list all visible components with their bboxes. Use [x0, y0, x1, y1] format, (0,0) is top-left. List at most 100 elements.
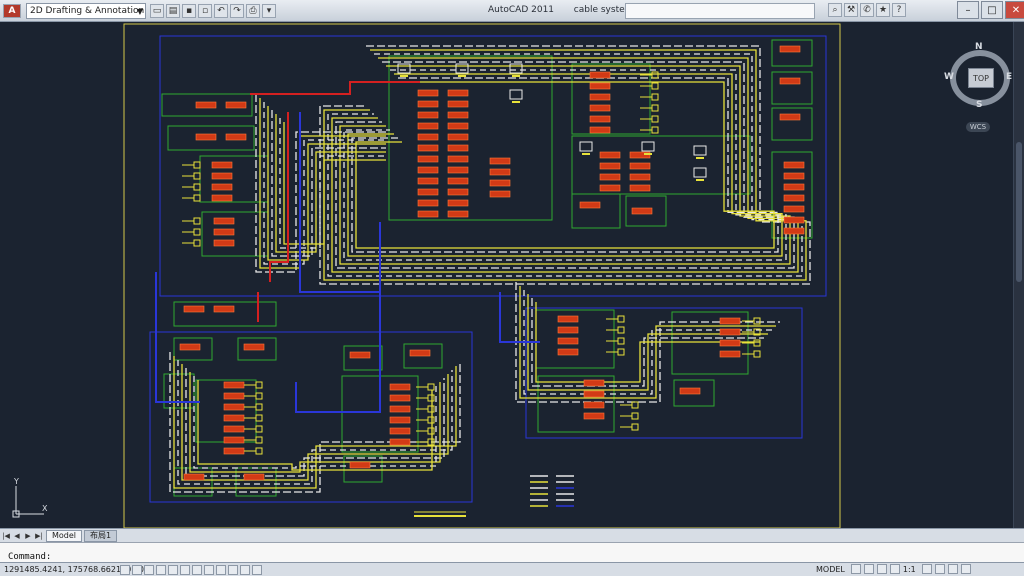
- annotation-visibility-icon[interactable]: [921, 564, 932, 574]
- annotation-scale[interactable]: 1:1: [903, 565, 916, 574]
- network-device: [417, 100, 439, 108]
- compass-south[interactable]: S: [976, 100, 982, 110]
- network-device: [779, 77, 801, 85]
- network-device: [417, 210, 439, 218]
- terminal-icon: [255, 436, 263, 444]
- network-device: [719, 339, 741, 347]
- grid-display-icon[interactable]: [132, 565, 142, 575]
- binoculars-icon[interactable]: ⌕: [828, 3, 842, 17]
- question-icon[interactable]: ?: [892, 3, 906, 17]
- cable-yellow: [259, 98, 386, 269]
- next-tab-icon[interactable]: ▶: [23, 531, 33, 541]
- tab-layout1[interactable]: 布局1: [84, 529, 118, 542]
- app-menu-icon[interactable]: A: [3, 4, 21, 18]
- last-tab-icon[interactable]: ▶|: [34, 531, 44, 541]
- network-device: [599, 151, 621, 159]
- terminal-icon: [193, 172, 201, 180]
- window-controls: – □ ✕: [955, 1, 1024, 19]
- app-menu[interactable]: A: [3, 3, 23, 19]
- workspace-select[interactable]: 2D Drafting & Annotation ▼: [26, 3, 146, 19]
- quick-access-toolbar: ▭ ▤ ▪ ▫ ↶ ↷ ⎙ ▾: [150, 3, 278, 19]
- search-input[interactable]: [625, 3, 815, 19]
- print-icon[interactable]: ⎙: [246, 4, 260, 18]
- terminal-icon: [427, 394, 435, 402]
- infocenter-toolbar: ⌕ ⚒ ✆ ★ ?: [828, 3, 908, 17]
- clean-screen-icon[interactable]: [960, 564, 971, 574]
- close-button[interactable]: ✕: [1005, 1, 1024, 19]
- communication-icon[interactable]: ✆: [860, 3, 874, 17]
- network-device: [225, 133, 247, 141]
- object-snap-icon[interactable]: [168, 565, 178, 575]
- scrollbar-thumb[interactable]: [1016, 142, 1022, 282]
- object-snap-tracking-icon[interactable]: [180, 565, 190, 575]
- network-device: [213, 305, 235, 313]
- toolbar-menu-icon[interactable]: ▾: [262, 4, 276, 18]
- first-tab-icon[interactable]: |◀: [1, 531, 11, 541]
- redo-icon[interactable]: ↷: [230, 4, 244, 18]
- network-device: [583, 390, 605, 398]
- lineweight-icon[interactable]: [216, 565, 226, 575]
- compass-north[interactable]: N: [975, 42, 983, 52]
- selection-cycling-icon[interactable]: [252, 565, 262, 575]
- pan-icon[interactable]: [876, 564, 887, 574]
- network-device: [447, 155, 469, 163]
- maximize-button[interactable]: □: [981, 1, 1003, 19]
- compass-east[interactable]: E: [1006, 72, 1012, 82]
- subscription-icon[interactable]: ⚒: [844, 3, 858, 17]
- tab-model[interactable]: Model: [46, 529, 83, 542]
- quick-view-drawings-icon[interactable]: [863, 564, 874, 574]
- network-device: [223, 392, 245, 400]
- terminal-icon: [193, 194, 201, 202]
- minimize-button[interactable]: –: [957, 1, 979, 19]
- network-device: [389, 416, 411, 424]
- wcs-badge[interactable]: WCS: [966, 122, 990, 132]
- app-name: AutoCAD 2011: [488, 5, 555, 15]
- transparency-icon[interactable]: [228, 565, 238, 575]
- network-device: [195, 133, 217, 141]
- vertical-scrollbar[interactable]: [1013, 22, 1024, 528]
- title-bar: A 2D Drafting & Annotation ▼ ▭ ▤ ▪ ▫ ↶ ↷…: [0, 0, 1024, 22]
- dynamic-ucs-icon[interactable]: [192, 565, 202, 575]
- dynamic-input-icon[interactable]: [204, 565, 214, 575]
- terminal-icon: [651, 82, 659, 90]
- new-file-icon[interactable]: ▭: [150, 4, 164, 18]
- zoom-icon[interactable]: [889, 564, 900, 574]
- network-device: [417, 111, 439, 119]
- equipment-zone: [771, 107, 813, 141]
- network-device: [719, 328, 741, 336]
- cable-yellow: [267, 106, 386, 261]
- polar-tracking-icon[interactable]: [156, 565, 166, 575]
- network-device: [389, 383, 411, 391]
- save-as-icon[interactable]: ▫: [198, 4, 212, 18]
- undo-icon[interactable]: ↶: [214, 4, 228, 18]
- network-device: [557, 337, 579, 345]
- terminal-icon: [617, 348, 625, 356]
- drawing-canvas[interactable]: [0, 22, 1024, 528]
- quick-view-layouts-icon[interactable]: [850, 564, 861, 574]
- network-device: [447, 89, 469, 97]
- workspace-switching-icon[interactable]: [934, 564, 945, 574]
- compass-west[interactable]: W: [944, 72, 954, 82]
- computer-monitor-icon: [641, 141, 655, 152]
- snap-mode-icon[interactable]: [120, 565, 130, 575]
- save-icon[interactable]: ▪: [182, 4, 196, 18]
- network-device: [589, 93, 611, 101]
- ortho-mode-icon[interactable]: [144, 565, 154, 575]
- star-icon[interactable]: ★: [876, 3, 890, 17]
- command-line[interactable]: Command:: [0, 542, 1024, 562]
- terminal-icon: [255, 425, 263, 433]
- model-space-toggle[interactable]: MODEL: [816, 565, 845, 574]
- viewcube[interactable]: TOP N S E W WCS: [944, 42, 1014, 132]
- network-device: [447, 144, 469, 152]
- terminal-icon: [193, 228, 201, 236]
- network-device: [557, 326, 579, 334]
- quick-properties-icon[interactable]: [240, 565, 250, 575]
- lock-icon[interactable]: [947, 564, 958, 574]
- prev-tab-icon[interactable]: ◀: [12, 531, 22, 541]
- network-device: [447, 177, 469, 185]
- open-file-icon[interactable]: ▤: [166, 4, 180, 18]
- viewcube-top-face[interactable]: TOP: [968, 68, 994, 88]
- layout-tab-bar: |◀ ◀ ▶ ▶| Model 布局1: [0, 528, 1024, 542]
- terminal-icon: [631, 423, 639, 431]
- terminal-icon: [617, 315, 625, 323]
